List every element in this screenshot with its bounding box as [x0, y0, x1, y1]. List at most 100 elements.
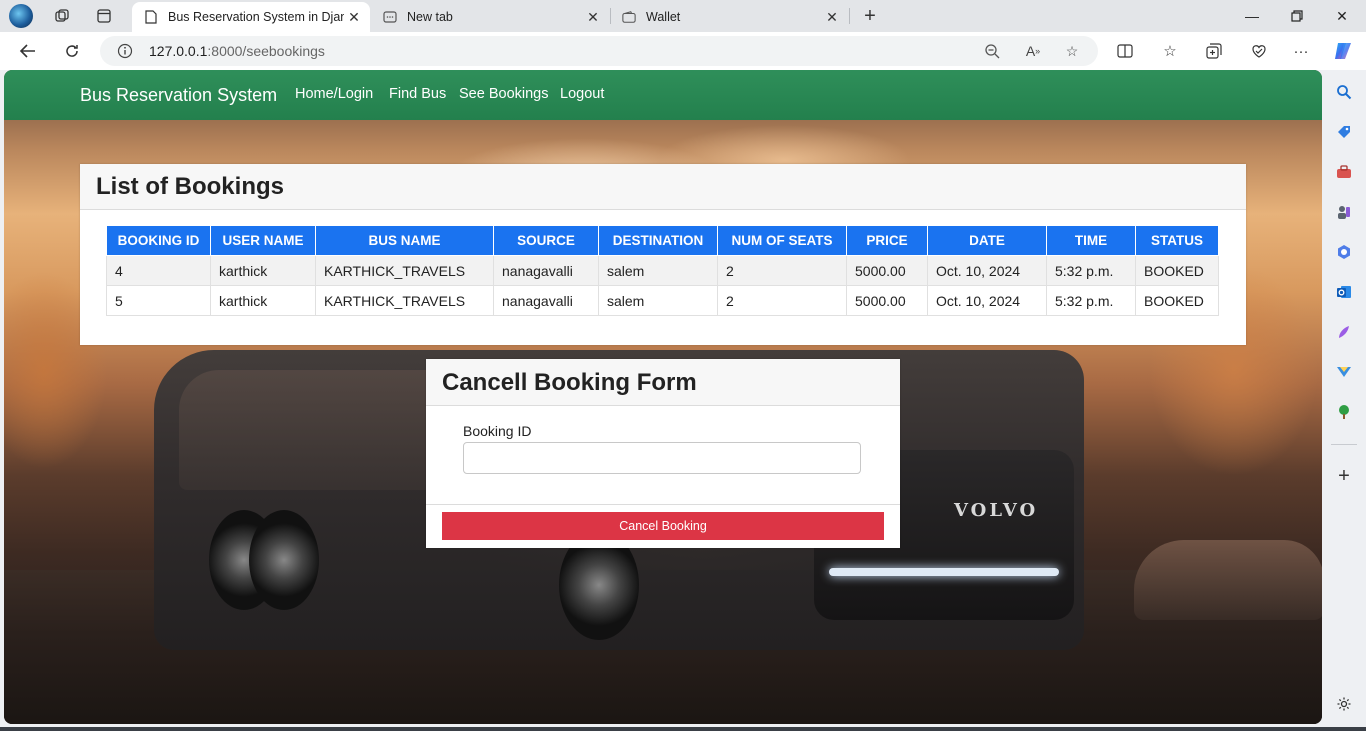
tab-wallet[interactable]: Wallet ✕ [610, 2, 848, 32]
site-info-icon[interactable] [117, 43, 133, 59]
cell-price: 5000.00 [846, 285, 928, 316]
col-header-time: TIME [1046, 225, 1136, 256]
new-tab-page-icon [383, 10, 397, 24]
booking-id-label: Booking ID [463, 423, 532, 439]
col-header-booking-id: BOOKING ID [106, 225, 211, 256]
cell-source: nanagavalli [493, 285, 599, 316]
background-bus-headlight [829, 568, 1059, 576]
nav-link-see-bookings[interactable]: See Bookings [459, 86, 548, 102]
app-navbar: Bus Reservation System Home/Login Find B… [4, 70, 1322, 120]
collections-icon[interactable] [1203, 41, 1225, 61]
back-arrow-icon[interactable] [14, 38, 42, 64]
nav-link-find-bus[interactable]: Find Bus [389, 86, 446, 102]
cell-date: Oct. 10, 2024 [927, 285, 1047, 316]
nav-link-home-login[interactable]: Home/Login [295, 86, 373, 102]
cell-booking-id: 4 [106, 255, 211, 286]
cell-status: BOOKED [1135, 285, 1219, 316]
col-header-price: PRICE [846, 225, 928, 256]
new-tab-plus-icon[interactable]: + [856, 4, 884, 28]
wallet-icon [622, 10, 636, 24]
close-window-icon[interactable]: ✕ [1322, 4, 1362, 28]
tree-icon[interactable] [1334, 402, 1354, 422]
cell-status: BOOKED [1135, 255, 1219, 286]
page-icon [144, 10, 158, 24]
col-header-user-name: USER NAME [210, 225, 316, 256]
shopping-tag-icon[interactable] [1334, 122, 1354, 142]
add-sidebar-app-icon[interactable]: + [1334, 465, 1354, 487]
search-icon[interactable] [1334, 82, 1354, 102]
bookings-table-wrapper: BOOKING ID USER NAME BUS NAME SOURCE DES… [106, 225, 1219, 316]
browser-toolbar: 127.0.0.1:8000/seebookings A» ☆ ☆ ··· [0, 32, 1366, 70]
games-icon[interactable] [1334, 202, 1354, 222]
nav-link-logout[interactable]: Logout [560, 86, 604, 102]
background-bus-wheel [249, 510, 319, 610]
favorite-star-icon[interactable]: ☆ [1062, 42, 1082, 60]
cell-num-of-seats: 2 [717, 285, 847, 316]
profile-avatar-icon[interactable] [9, 4, 33, 28]
edge-sidebar: + [1322, 70, 1366, 731]
cell-booking-id: 5 [106, 285, 211, 316]
designer-icon[interactable] [1334, 322, 1354, 342]
sidebar-separator [1331, 444, 1357, 445]
cancel-form-title: Cancell Booking Form [426, 359, 900, 406]
cell-bus-name: KARTHICK_TRAVELS [315, 255, 494, 286]
address-bar[interactable]: 127.0.0.1:8000/seebookings A» ☆ [100, 36, 1098, 66]
minimize-icon[interactable]: — [1232, 4, 1272, 28]
cell-source: nanagavalli [493, 255, 599, 286]
url-path: :8000/seebookings [207, 43, 325, 59]
tab-close-icon[interactable]: ✕ [583, 9, 603, 26]
cell-num-of-seats: 2 [717, 255, 847, 286]
refresh-icon[interactable] [58, 38, 86, 64]
url-host: 127.0.0.1 [149, 43, 208, 59]
col-header-status: STATUS [1135, 225, 1219, 256]
cancel-booking-button[interactable]: Cancel Booking [442, 512, 884, 540]
bookings-table: BOOKING ID USER NAME BUS NAME SOURCE DES… [106, 225, 1219, 316]
bus-brand-logo: VOLVO [954, 500, 1039, 521]
outlook-icon[interactable] [1334, 282, 1354, 302]
cell-user-name: karthick [210, 285, 316, 316]
bookings-card: List of Bookings BOOKING ID USER NAME BU… [80, 164, 1246, 345]
sidebar-settings-gear-icon[interactable] [1334, 694, 1354, 714]
tab-separator [849, 8, 850, 24]
tab-title: Bus Reservation System in Djang [168, 10, 344, 24]
bookings-table-header-row: BOOKING ID USER NAME BUS NAME SOURCE DES… [106, 225, 1219, 256]
cell-user-name: karthick [210, 255, 316, 286]
page-viewport: VOLVO Bus Reservation System Home/Login … [4, 70, 1322, 724]
tools-briefcase-icon[interactable] [1334, 162, 1354, 182]
cell-destination: salem [598, 255, 718, 286]
tab-title: Wallet [646, 10, 681, 24]
bookings-card-title: List of Bookings [80, 164, 1246, 210]
col-header-destination: DESTINATION [598, 225, 718, 256]
restore-icon[interactable] [1277, 4, 1317, 28]
taskbar-edge [0, 727, 1366, 731]
cell-time: 5:32 p.m. [1046, 285, 1136, 316]
drop-icon[interactable] [1334, 362, 1354, 382]
col-header-source: SOURCE [493, 225, 599, 256]
more-options-icon[interactable]: ··· [1290, 41, 1312, 61]
copilot-icon[interactable] [1332, 41, 1354, 61]
cell-time: 5:32 p.m. [1046, 255, 1136, 286]
split-screen-icon[interactable] [1114, 41, 1136, 61]
tab-close-icon[interactable]: ✕ [344, 9, 364, 26]
browser-tab-bar: Bus Reservation System in Djang ✕ New ta… [0, 0, 1366, 32]
tab-new-tab[interactable]: New tab ✕ [371, 2, 609, 32]
workspaces-icon[interactable] [48, 4, 76, 28]
zoom-out-icon[interactable] [982, 42, 1002, 60]
microsoft-365-icon[interactable] [1334, 242, 1354, 262]
app-brand[interactable]: Bus Reservation System [80, 85, 277, 106]
col-header-num-of-seats: NUM OF SEATS [717, 225, 847, 256]
col-header-bus-name: BUS NAME [315, 225, 494, 256]
table-row: 5 karthick KARTHICK_TRAVELS nanagavalli … [106, 285, 1219, 316]
booking-id-input[interactable] [463, 442, 861, 474]
read-aloud-icon[interactable]: A» [1023, 42, 1043, 60]
col-header-date: DATE [927, 225, 1047, 256]
card-footer-divider [426, 504, 900, 505]
url-text[interactable]: 127.0.0.1:8000/seebookings [149, 43, 325, 59]
browser-essentials-icon[interactable] [1248, 41, 1270, 61]
table-row: 4 karthick KARTHICK_TRAVELS nanagavalli … [106, 255, 1219, 286]
tab-bus-reservation[interactable]: Bus Reservation System in Djang ✕ [132, 2, 370, 32]
favorites-icon[interactable]: ☆ [1159, 41, 1181, 61]
cancel-booking-card: Cancell Booking Form Booking ID Cancel B… [426, 359, 900, 548]
tab-close-icon[interactable]: ✕ [822, 9, 842, 26]
tab-actions-icon[interactable] [90, 4, 118, 28]
